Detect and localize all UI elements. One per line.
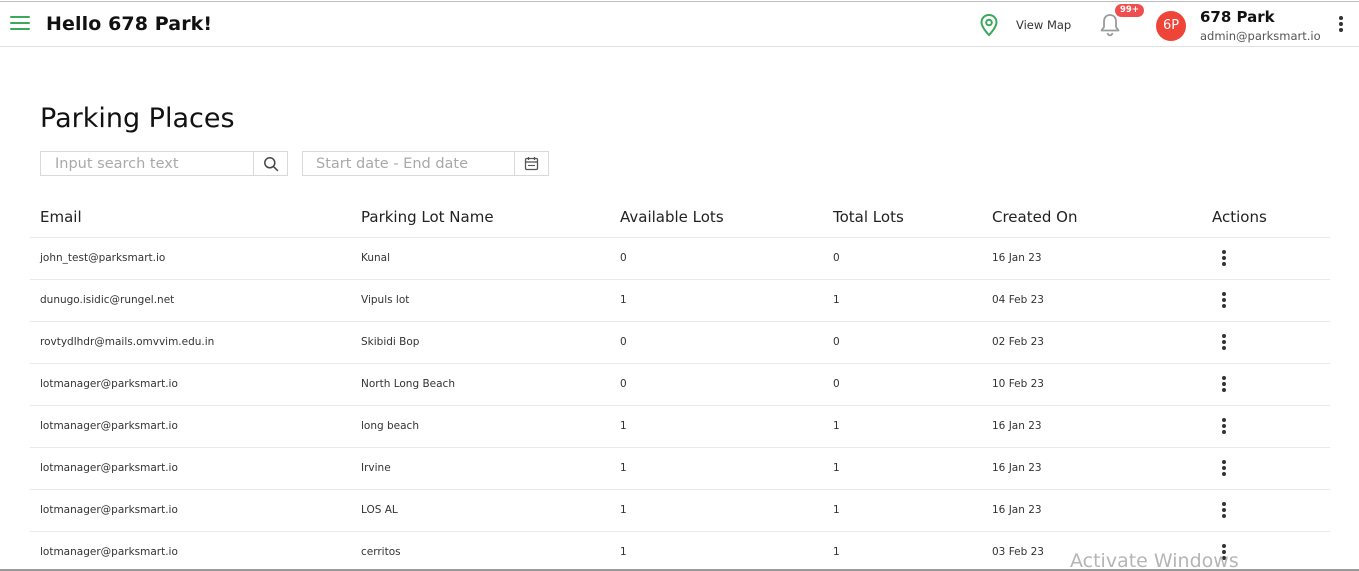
cell-created-on: 04 Feb 23 — [992, 294, 1044, 306]
table-row[interactable]: lotmanager@parksmart.io long beach 1 1 1… — [30, 406, 1330, 448]
date-range-picker — [302, 151, 549, 176]
map-pin-icon — [980, 13, 998, 37]
cell-parking-lot-name: Skibidi Bop — [361, 336, 420, 348]
cell-created-on: 10 Feb 23 — [992, 378, 1044, 390]
cell-email: lotmanager@parksmart.io — [40, 504, 178, 516]
user-email: admin@parksmart.io — [1200, 29, 1321, 43]
cell-total-lots: 1 — [833, 504, 840, 516]
cell-available-lots: 1 — [620, 462, 627, 474]
date-range-input[interactable] — [303, 152, 515, 175]
row-actions-more-icon[interactable] — [1219, 250, 1229, 268]
calendar-button[interactable] — [514, 152, 548, 175]
row-actions-more-icon[interactable] — [1219, 460, 1229, 478]
cell-total-lots: 1 — [833, 546, 840, 558]
cell-email: lotmanager@parksmart.io — [40, 420, 178, 432]
cell-created-on: 16 Jan 23 — [992, 462, 1042, 474]
cell-parking-lot-name: Vipuls lot — [361, 294, 410, 306]
search-icon — [263, 156, 278, 171]
cell-available-lots: 0 — [620, 378, 627, 390]
user-name: 678 Park — [1200, 8, 1275, 26]
cell-email: lotmanager@parksmart.io — [40, 546, 178, 558]
more-vertical-icon[interactable] — [1336, 16, 1346, 36]
cell-email: john_test@parksmart.io — [40, 252, 166, 264]
cell-created-on: 16 Jan 23 — [992, 252, 1042, 264]
row-actions-more-icon[interactable] — [1219, 502, 1229, 520]
view-map-link[interactable]: View Map — [978, 12, 1071, 38]
column-header-parking-lot-name[interactable]: Parking Lot Name — [361, 208, 494, 226]
cell-created-on: 02 Feb 23 — [992, 336, 1044, 348]
row-actions-more-icon[interactable] — [1219, 292, 1229, 310]
table-header: Email Parking Lot Name Available Lots To… — [30, 196, 1330, 238]
cell-created-on: 16 Jan 23 — [992, 420, 1042, 432]
cell-available-lots: 1 — [620, 420, 627, 432]
cell-total-lots: 1 — [833, 462, 840, 474]
cell-email: dunugo.isidic@rungel.net — [40, 294, 175, 306]
cell-available-lots: 1 — [620, 504, 627, 516]
table-row[interactable]: lotmanager@parksmart.io LOS AL 1 1 16 Ja… — [30, 490, 1330, 532]
column-header-email[interactable]: Email — [40, 208, 82, 226]
row-actions-more-icon[interactable] — [1219, 418, 1229, 436]
search-input[interactable] — [41, 152, 254, 175]
cell-parking-lot-name: LOS AL — [361, 504, 398, 516]
cell-created-on: 03 Feb 23 — [992, 546, 1044, 558]
avatar[interactable]: 6P — [1156, 11, 1186, 41]
cell-total-lots: 0 — [833, 378, 840, 390]
cell-total-lots: 1 — [833, 294, 840, 306]
notification-badge: 99+ — [1115, 4, 1144, 17]
cell-available-lots: 0 — [620, 252, 627, 264]
column-header-created-on[interactable]: Created On — [992, 208, 1077, 226]
calendar-icon — [524, 157, 539, 171]
parking-places-table: Email Parking Lot Name Available Lots To… — [30, 196, 1330, 571]
cell-available-lots: 1 — [620, 546, 627, 558]
search-button[interactable] — [253, 152, 287, 175]
activate-windows-watermark: Activate Windows — [1070, 550, 1239, 571]
column-header-total-lots[interactable]: Total Lots — [833, 208, 904, 226]
cell-parking-lot-name: cerritos — [361, 546, 401, 558]
cell-available-lots: 0 — [620, 336, 627, 348]
cell-total-lots: 0 — [833, 252, 840, 264]
top-bar: Hello 678 Park! View Map 99+ 6P 678 Park… — [0, 1, 1359, 47]
table-row[interactable]: lotmanager@parksmart.io Irvine 1 1 16 Ja… — [30, 448, 1330, 490]
view-map-label: View Map — [1016, 18, 1072, 32]
column-header-actions: Actions — [1212, 208, 1267, 226]
cell-parking-lot-name: Irvine — [361, 462, 391, 474]
cell-available-lots: 1 — [620, 294, 627, 306]
column-header-available-lots[interactable]: Available Lots — [620, 208, 724, 226]
row-actions-more-icon[interactable] — [1219, 376, 1229, 394]
cell-created-on: 16 Jan 23 — [992, 504, 1042, 516]
page-title: Parking Places — [40, 103, 235, 134]
cell-total-lots: 1 — [833, 420, 840, 432]
cell-total-lots: 0 — [833, 336, 840, 348]
greeting-title: Hello 678 Park! — [46, 13, 213, 35]
cell-email: rovtydlhdr@mails.omvvim.edu.in — [40, 336, 215, 348]
cell-parking-lot-name: Kunal — [361, 252, 391, 264]
cell-parking-lot-name: North Long Beach — [361, 378, 455, 390]
hamburger-menu-icon[interactable] — [10, 15, 30, 31]
cell-email: lotmanager@parksmart.io — [40, 378, 178, 390]
table-row[interactable]: dunugo.isidic@rungel.net Vipuls lot 1 1 … — [30, 280, 1330, 322]
table-row[interactable]: lotmanager@parksmart.io North Long Beach… — [30, 364, 1330, 406]
cell-email: lotmanager@parksmart.io — [40, 462, 178, 474]
table-row[interactable]: rovtydlhdr@mails.omvvim.edu.in Skibidi B… — [30, 322, 1330, 364]
table-row[interactable]: john_test@parksmart.io Kunal 0 0 16 Jan … — [30, 238, 1330, 280]
row-actions-more-icon[interactable] — [1219, 334, 1229, 352]
cell-parking-lot-name: long beach — [361, 420, 419, 432]
search-field — [40, 151, 288, 176]
